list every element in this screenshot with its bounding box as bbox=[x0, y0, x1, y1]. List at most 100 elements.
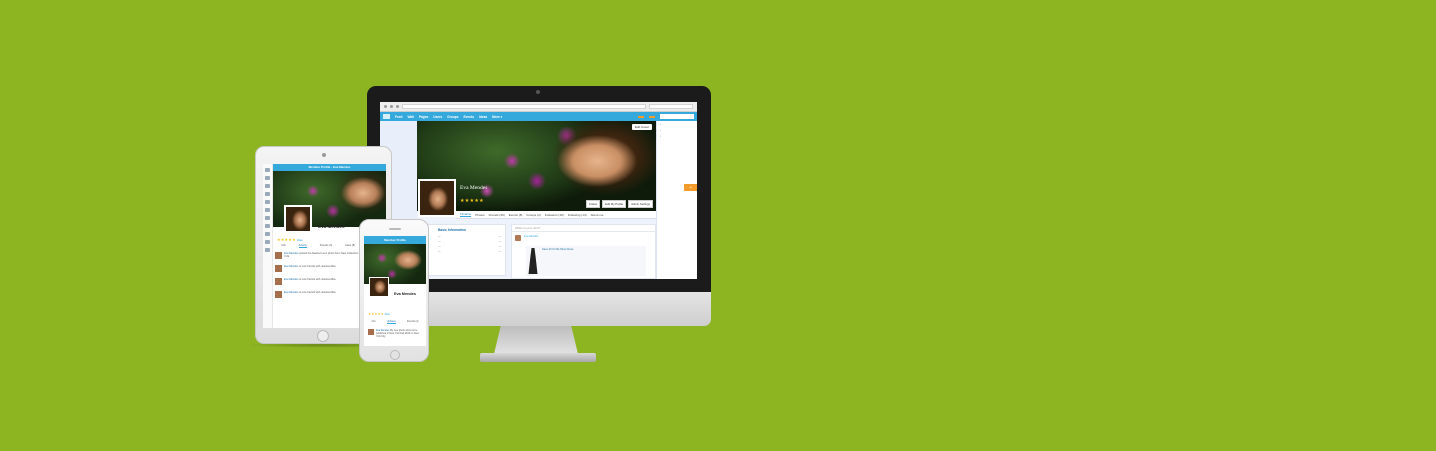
site-search-input[interactable] bbox=[660, 114, 694, 119]
tab-timeline[interactable]: Timeline bbox=[460, 212, 472, 217]
nav-item-events[interactable]: Events bbox=[464, 115, 474, 119]
tab-friends[interactable]: Friends (4) bbox=[407, 320, 419, 324]
activity-feed: What's on your mind? Eva Mendes Save 40 … bbox=[511, 224, 656, 279]
tab-friends[interactable]: Friends (36) bbox=[489, 213, 505, 217]
feedback-tab[interactable]: ◄ bbox=[684, 184, 697, 191]
tab-info[interactable]: Info bbox=[372, 320, 376, 324]
edit-cover-button[interactable]: Edit Cover bbox=[631, 124, 652, 130]
account-button[interactable] bbox=[638, 115, 644, 118]
chat-icon[interactable] bbox=[265, 240, 270, 244]
rating-stars[interactable]: ★★★★★ bbox=[460, 198, 484, 204]
browser-chrome bbox=[380, 102, 697, 112]
post-author[interactable]: Eva Mendes bbox=[524, 235, 538, 241]
phone-title-bar: Member Profile bbox=[364, 236, 426, 244]
user-icon[interactable] bbox=[265, 176, 270, 180]
avatar[interactable] bbox=[284, 205, 312, 233]
nav-item-more[interactable]: More ▾ bbox=[492, 115, 502, 119]
profile-tabs: Timeline Photos Friends (36) Events (8) … bbox=[456, 211, 656, 219]
feed-icon[interactable] bbox=[265, 184, 270, 188]
post-avatar[interactable] bbox=[515, 235, 521, 241]
nav-item-groups[interactable]: Groups bbox=[447, 115, 458, 119]
tab-followers[interactable]: Followers (18) bbox=[545, 213, 564, 217]
rating-stars[interactable]: ★★★★★ Rate bbox=[277, 237, 303, 242]
photo-icon[interactable] bbox=[265, 192, 270, 196]
site-logo[interactable] bbox=[383, 114, 390, 119]
dress-image bbox=[528, 248, 538, 274]
post-text: is now friends with Jessica Alba bbox=[299, 291, 336, 294]
nav-item-wall[interactable]: Wall bbox=[407, 115, 413, 119]
menu-icon[interactable] bbox=[265, 168, 270, 172]
window-dot-icon[interactable] bbox=[384, 105, 387, 108]
address-bar[interactable] bbox=[402, 104, 646, 109]
site-navbar: Feed Wall Pages Users Groups Events Idea… bbox=[380, 112, 697, 121]
post-author[interactable]: Eva Mendes bbox=[284, 278, 298, 281]
camera-icon bbox=[322, 153, 326, 157]
rating-stars[interactable]: ★★★★★ Rate bbox=[368, 312, 390, 316]
tablet-title-bar: Member Profile · Eva Mendes bbox=[273, 164, 386, 171]
tab-about[interactable]: About me bbox=[591, 213, 604, 217]
video-icon[interactable] bbox=[265, 232, 270, 236]
notifications-button[interactable] bbox=[649, 115, 655, 118]
post-author[interactable]: Eva Mendes bbox=[284, 291, 298, 294]
status-composer[interactable]: What's on your mind? bbox=[512, 225, 655, 232]
list-item: Eva Mendes My new photo shoot to be publ… bbox=[368, 329, 424, 339]
phone-screen: Member Profile Eva Mendes ★★★★★ Rate Inf… bbox=[364, 236, 426, 346]
phone-tabs: Info Updates Friends (4) bbox=[366, 320, 424, 324]
post-avatar[interactable] bbox=[275, 278, 282, 285]
nav-item-users[interactable]: Users bbox=[433, 115, 442, 119]
nav-item-ideas[interactable]: Ideas bbox=[479, 115, 487, 119]
rate-link[interactable]: Rate bbox=[297, 238, 303, 242]
profile-name: Eva Mendes bbox=[318, 224, 345, 229]
post-avatar[interactable] bbox=[275, 291, 282, 298]
home-button[interactable] bbox=[390, 350, 400, 360]
event-icon[interactable] bbox=[265, 208, 270, 212]
avatar[interactable] bbox=[369, 277, 389, 297]
monitor-foot bbox=[480, 353, 596, 362]
tab-updates[interactable]: Updates bbox=[386, 320, 396, 324]
post-text: is now friends with Jessica Alba bbox=[299, 265, 336, 268]
post-avatar[interactable] bbox=[275, 265, 282, 272]
phone-device: Member Profile Eva Mendes ★★★★★ Rate Inf… bbox=[359, 219, 429, 362]
monitor-stand bbox=[494, 326, 578, 354]
nav-item-feed[interactable]: Feed bbox=[395, 115, 402, 119]
feed-post: Eva Mendes bbox=[512, 232, 655, 244]
music-icon[interactable] bbox=[265, 224, 270, 228]
avatar[interactable] bbox=[418, 179, 456, 217]
basic-info-title: Basic Information bbox=[438, 228, 466, 232]
tab-photos[interactable]: Photos bbox=[475, 213, 484, 217]
product-title[interactable]: Save 40 On Be Mine Dress bbox=[542, 248, 573, 274]
admin-settings-button[interactable]: Admin Settings bbox=[628, 200, 653, 208]
speaker-grille bbox=[389, 228, 401, 230]
product-card[interactable]: Save 40 On Be Mine Dress bbox=[526, 246, 646, 276]
follow-button[interactable]: Follow bbox=[586, 200, 601, 208]
stars: ★★★★★ bbox=[368, 312, 384, 316]
basic-info-panel: Basic Information — — — — — — — — bbox=[424, 224, 506, 276]
tab-likes[interactable]: Likes (8) bbox=[345, 244, 355, 248]
group-icon[interactable] bbox=[265, 200, 270, 204]
tab-groups[interactable]: Groups (2) bbox=[526, 213, 540, 217]
post-avatar[interactable] bbox=[275, 252, 282, 259]
nav-item-pages[interactable]: Pages bbox=[419, 115, 428, 119]
tab-activity[interactable]: Activity bbox=[298, 244, 307, 248]
tab-info[interactable]: Info bbox=[281, 244, 285, 248]
info-row: — — bbox=[438, 250, 501, 253]
tab-following[interactable]: Following (14) bbox=[568, 213, 587, 217]
profile-name: Eva Mendes bbox=[394, 292, 416, 296]
window-dot-icon[interactable] bbox=[396, 105, 399, 108]
tab-events[interactable]: Events (8) bbox=[509, 213, 523, 217]
tab-friends[interactable]: Friends (4) bbox=[320, 244, 333, 248]
browser-search-field[interactable] bbox=[649, 104, 693, 109]
post-author[interactable]: Eva Mendes bbox=[284, 265, 298, 268]
search-icon[interactable] bbox=[265, 216, 270, 220]
home-button[interactable] bbox=[317, 330, 329, 342]
sidebar-link[interactable]: • bbox=[657, 133, 697, 139]
stars: ★★★★★ bbox=[277, 237, 296, 242]
gear-icon[interactable] bbox=[265, 248, 270, 252]
window-dot-icon[interactable] bbox=[390, 105, 393, 108]
edit-profile-button[interactable]: Edit My Profile bbox=[602, 200, 627, 208]
rate-link[interactable]: Rate bbox=[385, 313, 390, 316]
cover-actions: Follow Edit My Profile Admin Settings bbox=[586, 200, 653, 208]
profile-name: Eva Mendes bbox=[460, 185, 488, 191]
camera-icon bbox=[536, 90, 540, 94]
post-avatar[interactable] bbox=[368, 329, 374, 335]
